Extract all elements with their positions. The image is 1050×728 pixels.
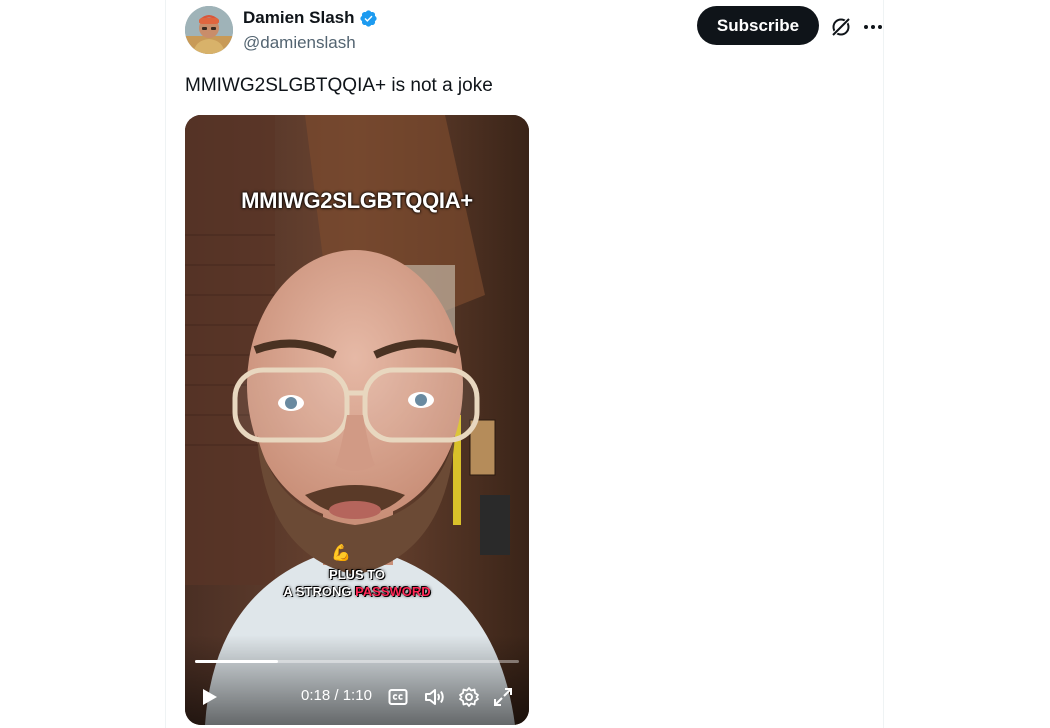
more-icon[interactable] — [861, 15, 885, 39]
tweet-header: Damien Slash @damienslash Subscribe — [185, 6, 882, 56]
play-icon[interactable] — [197, 685, 221, 709]
verified-badge-icon — [359, 9, 377, 27]
tweet-text: MMIWG2SLGBTQQIA+ is not a joke — [185, 75, 493, 96]
settings-gear-icon[interactable] — [457, 685, 481, 709]
duration: 1:10 — [342, 687, 372, 704]
name-row: Damien Slash — [243, 8, 378, 28]
video-overlay-title: MMIWG2SLGBTQQIA+ — [241, 188, 473, 213]
grok-icon[interactable] — [829, 15, 853, 39]
time-separator: / — [330, 687, 343, 704]
video-caption: PLUS TO A STRONG PASSWORD — [185, 566, 529, 600]
tweet-column: Damien Slash @damienslash Subscribe MMIW… — [165, 0, 884, 728]
subscribe-button[interactable]: Subscribe — [697, 6, 819, 45]
fullscreen-icon[interactable] — [491, 685, 515, 709]
flexed-biceps-icon: 💪 — [331, 545, 351, 562]
volume-icon[interactable] — [423, 685, 447, 709]
display-name[interactable]: Damien Slash — [243, 8, 355, 28]
controls-gradient — [185, 635, 529, 725]
video-progress-bar[interactable] — [195, 660, 519, 663]
video-progress-fill — [195, 660, 279, 663]
avatar[interactable] — [185, 6, 233, 54]
video-player[interactable]: MMIWG2SLGBTQQIA+ 💪 PLUS TO A STRONG PASS… — [185, 115, 529, 725]
current-time: 0:18 — [301, 687, 331, 704]
video-time: 0:18 / 1:10 — [301, 687, 372, 704]
caption-highlight: PASSWORD — [355, 584, 431, 599]
caption-line-2: A STRONG PASSWORD — [185, 583, 529, 600]
caption-line-2-prefix: A STRONG — [283, 584, 356, 599]
caption-line-1: PLUS TO — [328, 567, 386, 582]
user-handle[interactable]: @damienslash — [243, 33, 356, 53]
closed-captions-icon[interactable] — [386, 685, 410, 709]
